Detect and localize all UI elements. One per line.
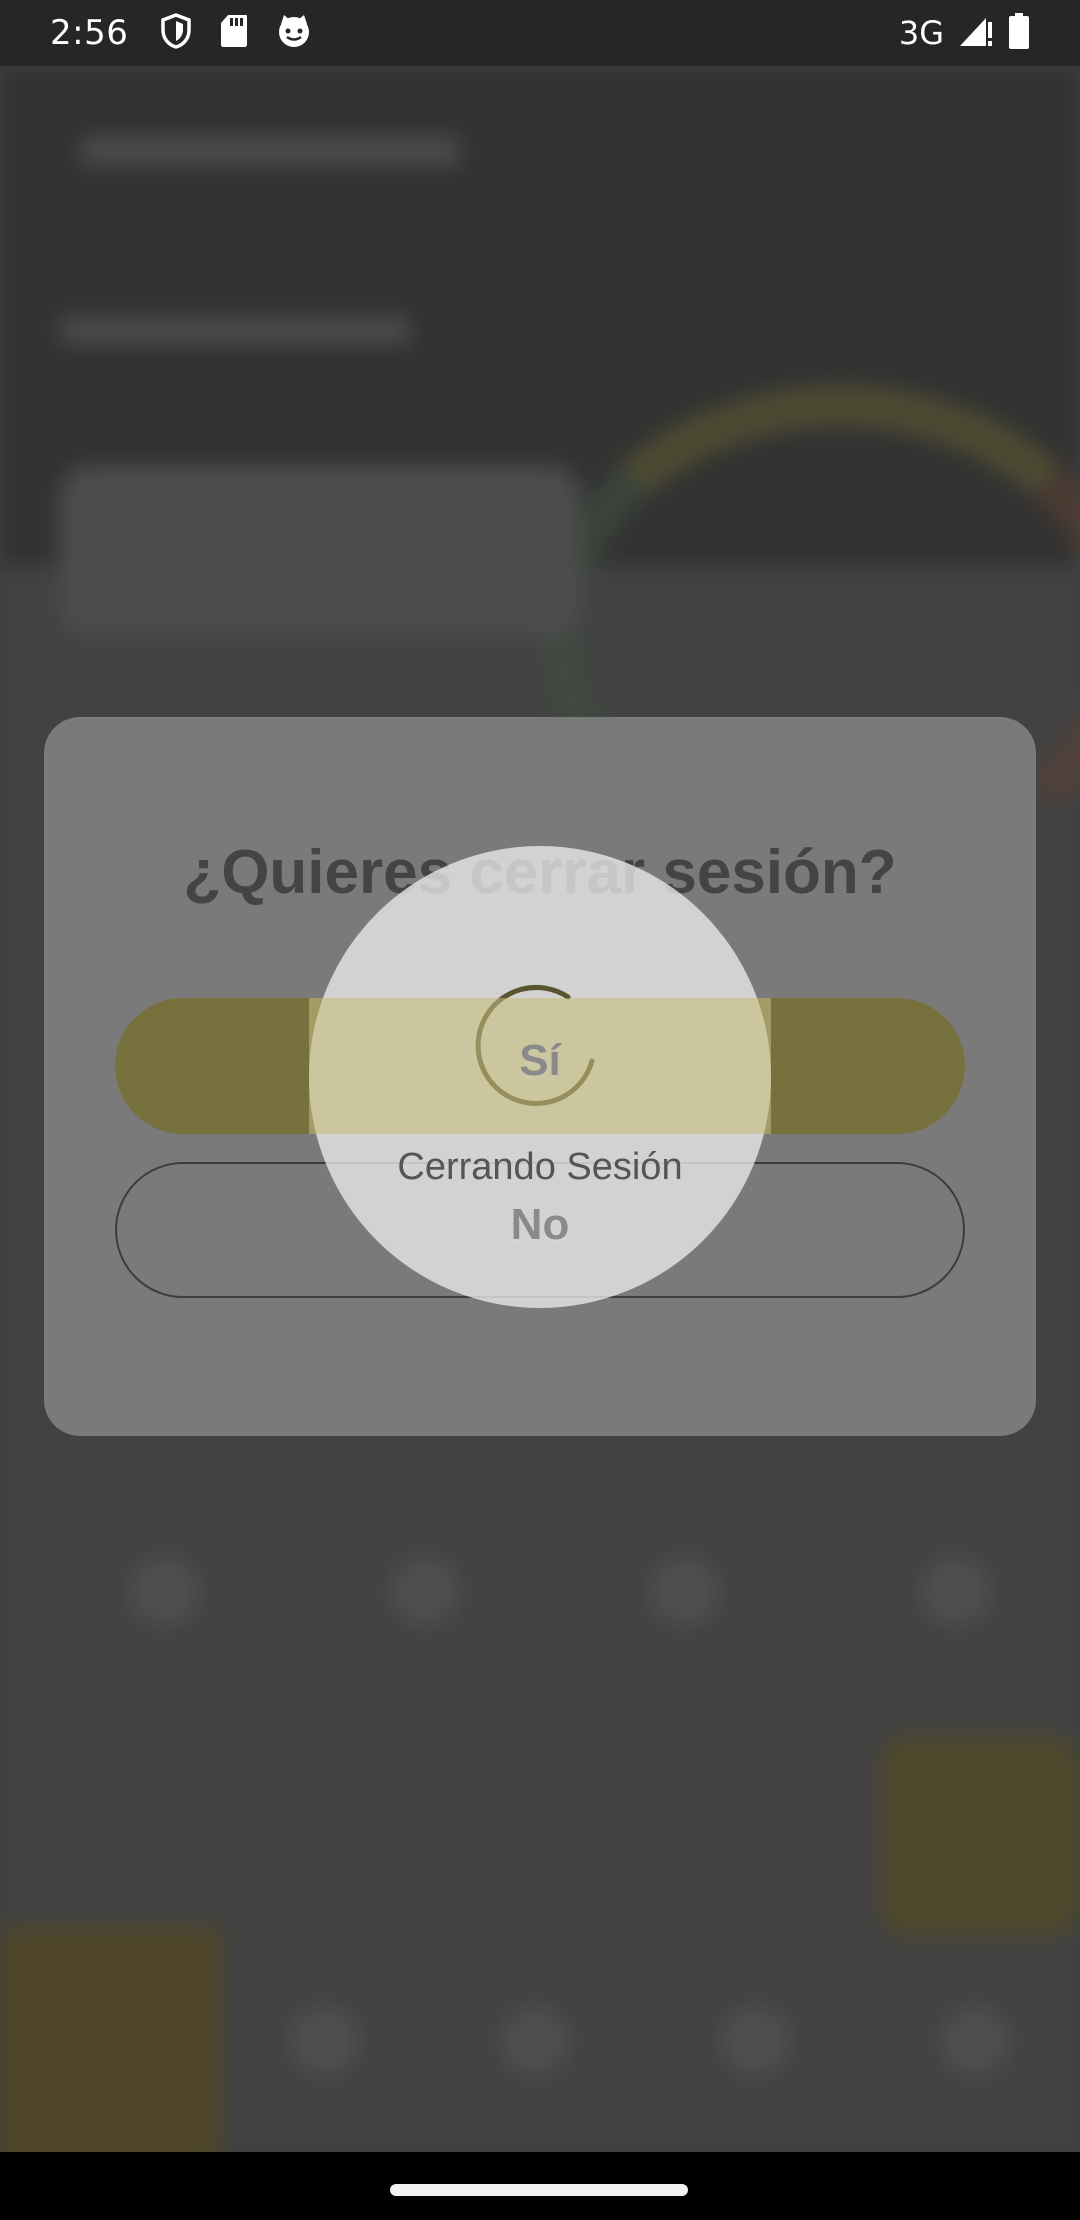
status-icons-left bbox=[160, 12, 312, 54]
sd-card-icon bbox=[220, 14, 248, 53]
spinner-icon bbox=[475, 984, 595, 1106]
shield-icon bbox=[160, 12, 192, 54]
status-icons-right: 3G bbox=[898, 12, 1030, 54]
status-time: 2:56 bbox=[50, 13, 129, 53]
loading-indicator: Cerrando Sesión bbox=[309, 846, 771, 1308]
battery-icon bbox=[1008, 12, 1030, 54]
system-nav-bar bbox=[0, 2152, 1080, 2220]
signal-icon bbox=[958, 14, 994, 53]
network-type: 3G bbox=[898, 14, 944, 52]
home-gesture-handle[interactable] bbox=[390, 2184, 688, 2196]
cat-face-icon bbox=[276, 14, 312, 53]
screen: 2:56 3G ¿Quieres sesión? Cerrando Sesión… bbox=[0, 0, 1080, 2220]
loading-message: Cerrando Sesión bbox=[397, 1146, 683, 1188]
status-bar: 2:56 3G bbox=[0, 0, 1080, 66]
